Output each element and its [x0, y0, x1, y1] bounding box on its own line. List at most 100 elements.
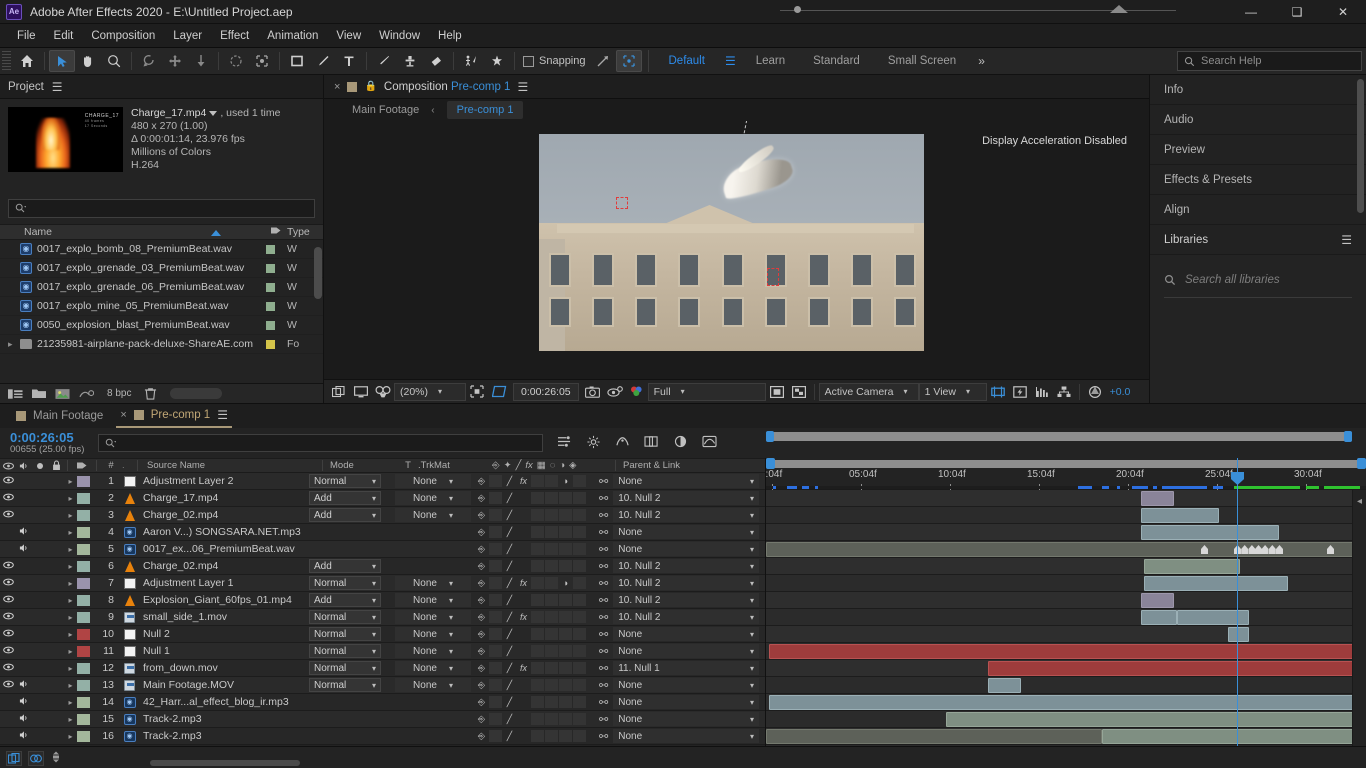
unified-camera-tool-icon[interactable]	[162, 50, 188, 72]
layer-effects-switch-icon[interactable]: fx	[517, 611, 530, 624]
layer-frameblend-switch[interactable]	[531, 662, 544, 674]
workspace-learn[interactable]: Learn	[742, 51, 799, 71]
timeline-clip[interactable]	[1144, 559, 1240, 574]
layer-switch-blank[interactable]	[559, 730, 572, 742]
layer-motionblur-switch[interactable]	[545, 696, 558, 708]
layer-source-name[interactable]: Charge_02.mp4	[143, 560, 309, 572]
layer-blend-mode-select[interactable]: Normal ▾	[309, 627, 381, 641]
grid-guides-icon[interactable]	[488, 382, 510, 402]
timeline-track-row[interactable]	[766, 575, 1366, 592]
layer-shy-switch-icon[interactable]: ⎆	[475, 679, 488, 692]
menu-effect[interactable]: Effect	[211, 27, 258, 45]
layer-3d-switch[interactable]	[573, 594, 586, 606]
layer-motionblur-switch[interactable]	[545, 730, 558, 742]
layer-video-toggle-icon[interactable]	[0, 612, 16, 623]
eraser-tool-icon[interactable]	[423, 50, 449, 72]
layer-shy-switch-icon[interactable]: ⎆	[475, 611, 488, 624]
layer-frameblend-switch[interactable]	[531, 730, 544, 742]
menu-window[interactable]: Window	[370, 27, 429, 45]
layer-video-toggle-icon[interactable]	[0, 476, 16, 487]
layer-motionblur-switch[interactable]	[545, 628, 558, 640]
layer-shy-switch-icon[interactable]: ⎆	[475, 577, 488, 590]
toolbar-grip[interactable]	[2, 51, 11, 71]
column-video-switch[interactable]	[0, 458, 16, 473]
layer-source-name[interactable]: Adjustment Layer 1	[143, 577, 309, 589]
layer-disclosure-icon[interactable]: ▸	[64, 579, 77, 588]
layer-collapse-switch[interactable]	[489, 492, 502, 504]
work-area-handle-right[interactable]	[1357, 458, 1366, 469]
layer-3d-switch[interactable]	[573, 679, 586, 691]
layer-source-name[interactable]: Null 1	[143, 645, 309, 657]
layer-source-name[interactable]: Adjustment Layer 2	[143, 475, 309, 487]
layer-collapse-switch[interactable]	[489, 577, 502, 589]
layer-trkmat-select[interactable]: None ▾	[395, 610, 471, 624]
layer-quality-switch-icon[interactable]: ╱	[503, 713, 516, 726]
layer-shy-switch-icon[interactable]: ⎆	[475, 628, 488, 641]
composition-mini-flowchart-icon[interactable]	[557, 435, 572, 451]
new-folder-icon[interactable]	[32, 388, 46, 399]
layer-shy-switch-icon[interactable]: ⎆	[475, 509, 488, 522]
layer-quality-switch-icon[interactable]: ╱	[503, 662, 516, 675]
timeline-clip[interactable]	[1228, 627, 1249, 642]
snapshot-icon[interactable]	[582, 382, 604, 402]
layer-shy-switch-icon[interactable]: ⎆	[475, 526, 488, 539]
timeline-track-row[interactable]	[766, 524, 1366, 541]
timeline-track-row[interactable]	[766, 745, 1366, 746]
label-color-swatch[interactable]	[266, 320, 275, 330]
zoom-slider-knob[interactable]	[794, 6, 801, 13]
resize-handle-icon[interactable]	[50, 751, 62, 766]
layer-disclosure-icon[interactable]: ▸	[64, 698, 77, 707]
column-name[interactable]: Name	[0, 226, 265, 238]
region-of-interest-toggle-icon[interactable]	[766, 382, 788, 402]
timeline-clip[interactable]	[1102, 729, 1366, 744]
layer-effects-switch-empty[interactable]	[517, 730, 530, 743]
timeline-graph-icon[interactable]	[1031, 382, 1053, 402]
layer-3d-switch[interactable]	[573, 730, 586, 742]
zoom-slider-marker[interactable]	[1110, 5, 1128, 13]
effects-switch-icon[interactable]: fx	[525, 460, 532, 471]
toggle-graph-button[interactable]	[28, 750, 44, 766]
layer-3d-switch[interactable]	[573, 475, 586, 487]
label-color-swatch[interactable]	[266, 263, 275, 273]
label-color-swatch[interactable]	[266, 301, 275, 311]
layer-trkmat-select[interactable]: None ▾	[395, 593, 471, 607]
layer-disclosure-icon[interactable]: ▸	[64, 562, 77, 571]
layer-collapse-switch[interactable]	[489, 509, 502, 521]
delete-icon[interactable]	[144, 387, 157, 400]
composition-tab-label[interactable]: Composition Pre-comp 1	[384, 81, 511, 93]
layer-collapse-switch[interactable]	[489, 679, 502, 691]
layer-3d-switch[interactable]	[573, 696, 586, 708]
layer-motionblur-switch[interactable]	[545, 679, 558, 691]
layer-quality-switch-icon[interactable]: ╱	[503, 543, 516, 556]
layer-source-name[interactable]: Track-2.mp3	[143, 713, 309, 725]
layer-label-color[interactable]	[77, 679, 90, 691]
timeline-track-row[interactable]	[766, 643, 1366, 660]
layer-switch-blank[interactable]	[559, 492, 572, 504]
layer-collapse-switch[interactable]	[489, 662, 502, 674]
layer-video-toggle-icon[interactable]	[0, 646, 16, 657]
layer-shy-switch-icon[interactable]: ⎆	[475, 560, 488, 573]
layer-audio-toggle-icon[interactable]	[16, 526, 32, 539]
workspace-menu-icon[interactable]: ☰	[719, 54, 742, 68]
layer-disclosure-icon[interactable]: ▸	[64, 613, 77, 622]
timeline-clip[interactable]	[769, 695, 1363, 710]
layer-switch-blank[interactable]	[559, 696, 572, 708]
layer-label-color[interactable]	[77, 509, 90, 521]
snapping-checkbox[interactable]	[523, 55, 534, 67]
layer-frameblend-switch[interactable]	[531, 560, 544, 572]
layer-3d-switch[interactable]	[573, 560, 586, 572]
layer-disclosure-icon[interactable]: ▸	[64, 732, 77, 741]
interpret-footage-icon[interactable]	[79, 388, 94, 400]
workspace-standard[interactable]: Standard	[799, 51, 874, 71]
layer-adjustment-switch-icon[interactable]: ◑	[559, 577, 572, 590]
new-solid-icon[interactable]	[55, 388, 70, 400]
project-scrollbar[interactable]	[314, 247, 322, 299]
playhead[interactable]	[1231, 458, 1244, 746]
new-comp-icon[interactable]	[8, 388, 23, 400]
layer-effects-switch-empty[interactable]	[517, 713, 530, 726]
panel-audio[interactable]: Audio	[1150, 105, 1366, 135]
timeline-clip[interactable]	[1141, 593, 1174, 608]
timeline-layer-row[interactable]: ▸ 5 ◉ 0017_ex...06_PremiumBeat.wav ⎆ ╱ ⚯ None ▾	[0, 541, 765, 558]
brush-tool-icon[interactable]	[371, 50, 397, 72]
layer-switch-blank[interactable]	[559, 628, 572, 640]
